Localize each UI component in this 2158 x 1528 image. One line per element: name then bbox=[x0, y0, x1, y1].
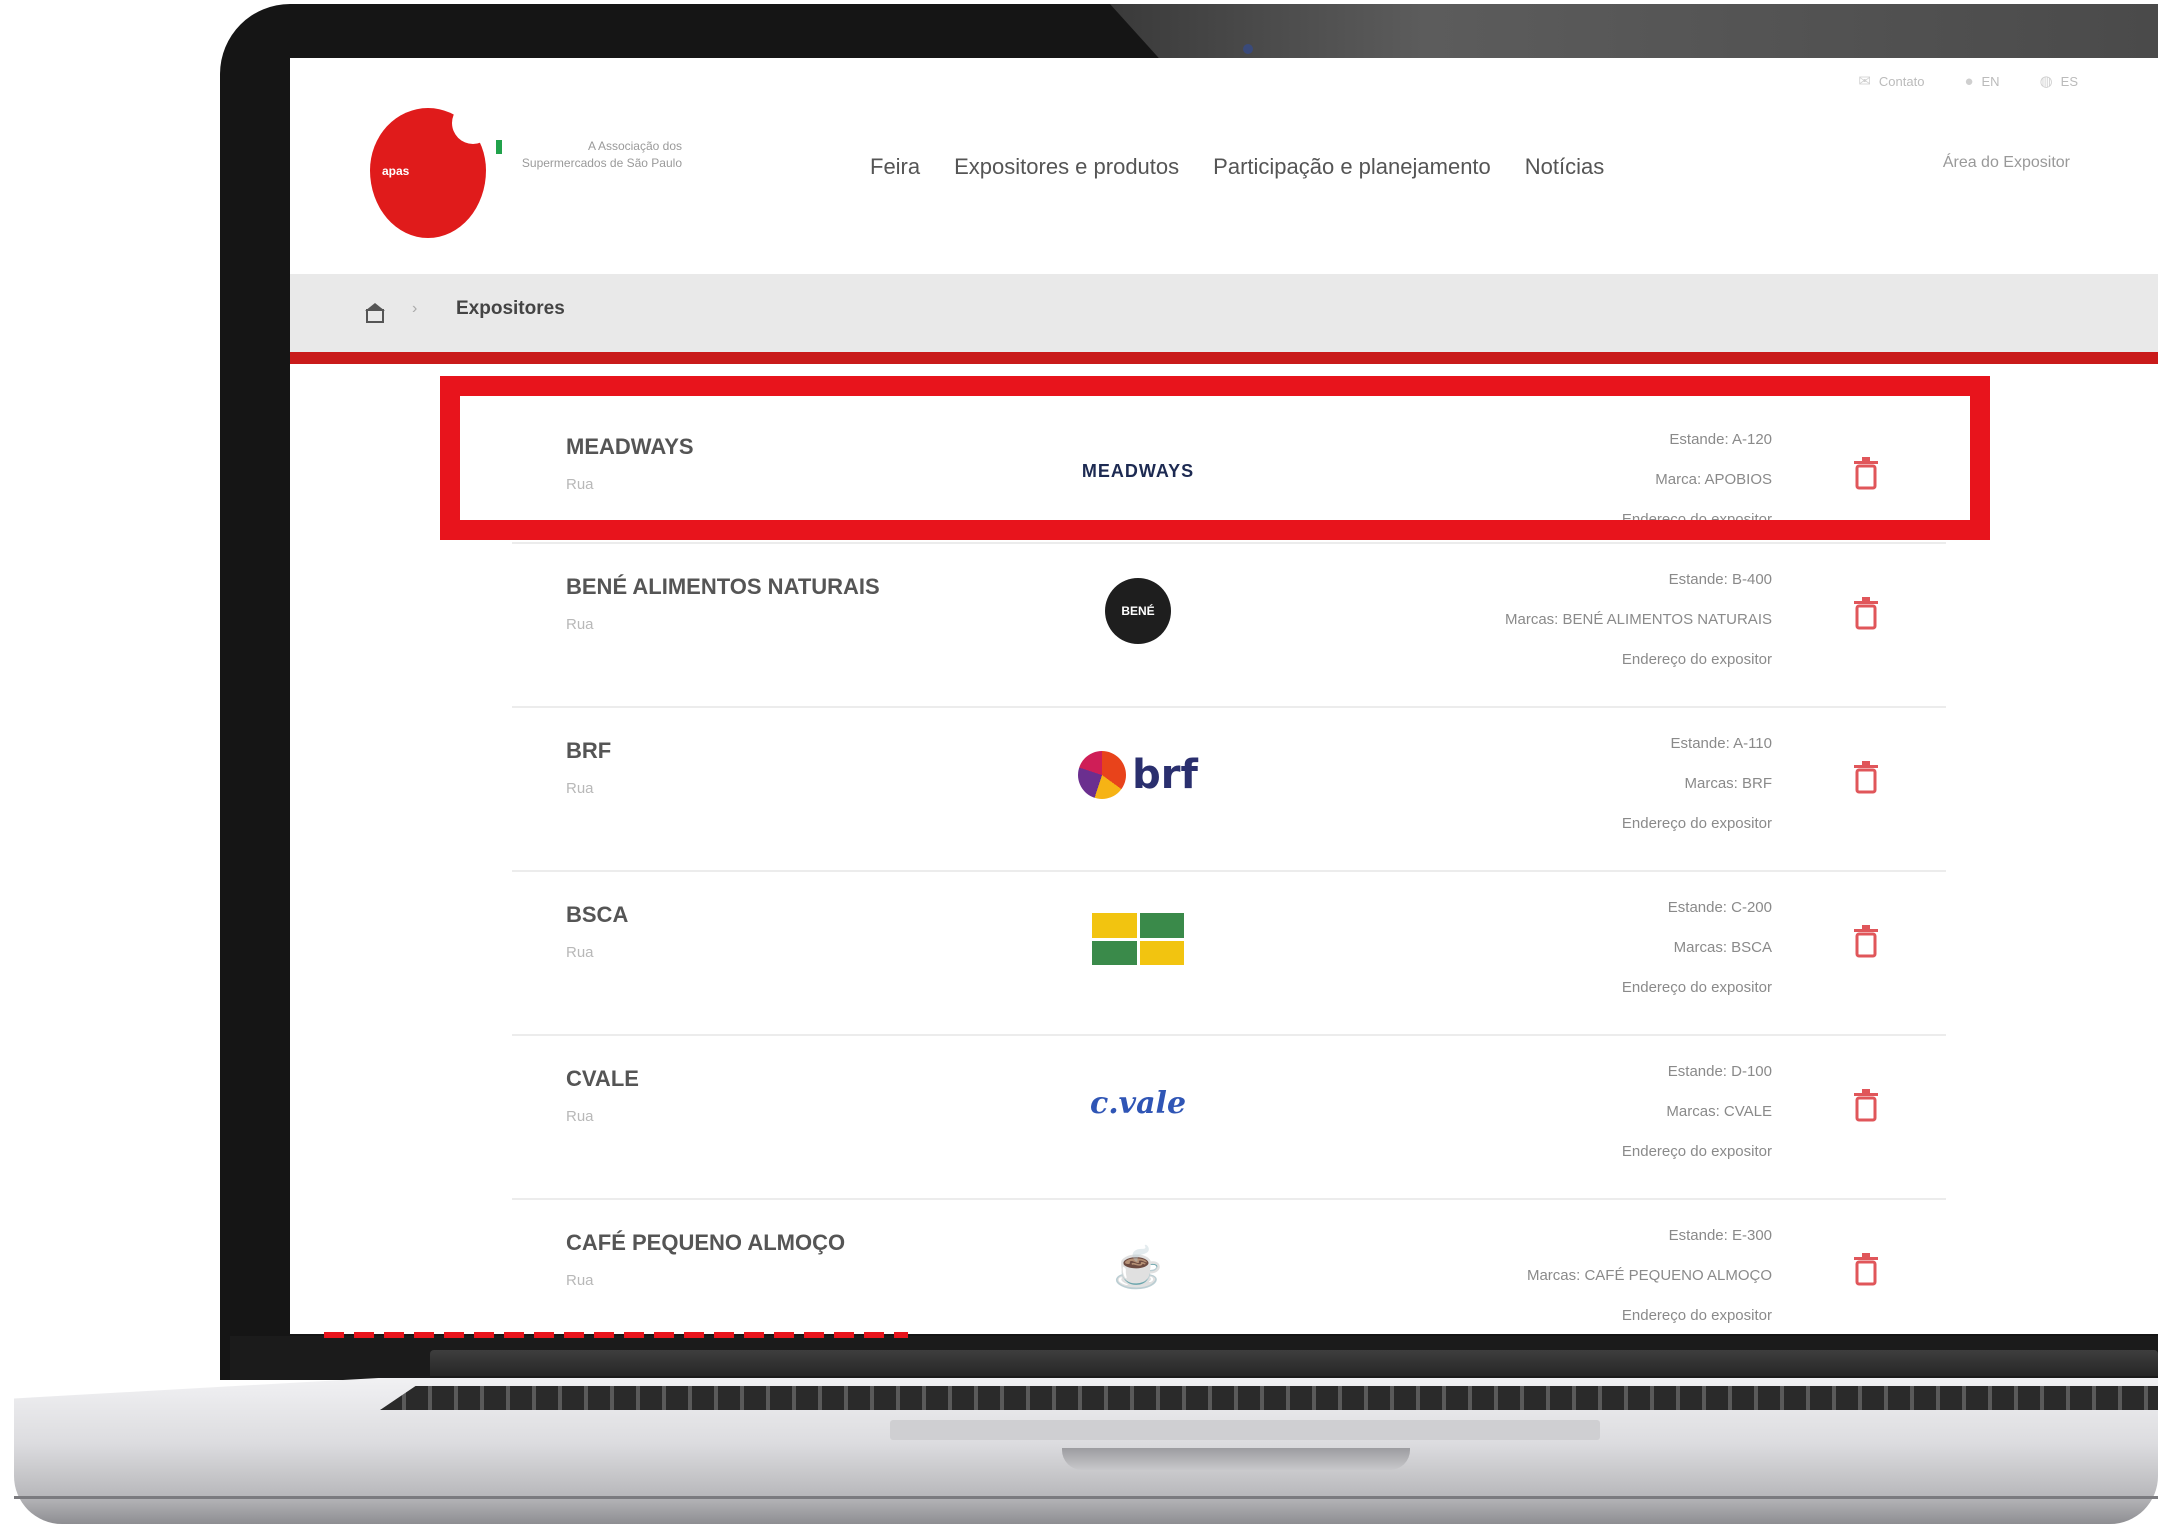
topbar-lang-en[interactable]: ● EN bbox=[1964, 72, 1999, 90]
exhibitor-category: Rua bbox=[566, 944, 594, 961]
user-icon: ● bbox=[1964, 72, 1974, 90]
main-nav: Feira Expositores e produtos Participaçã… bbox=[870, 154, 1604, 180]
exhibitor-logo: c.vale bbox=[1089, 1068, 1187, 1138]
lid-notch bbox=[1062, 1448, 1410, 1470]
exhibitor-stand: Estande: C-200 bbox=[1667, 899, 1772, 916]
logo-wordmark: c.vale bbox=[1089, 1085, 1187, 1121]
delete-icon[interactable] bbox=[1852, 596, 1880, 630]
delete-icon[interactable] bbox=[1852, 1252, 1880, 1286]
logo-text: apas bbox=[382, 164, 410, 178]
exhibitor-name[interactable]: BSCA bbox=[566, 902, 628, 928]
laptop-hinge bbox=[430, 1350, 2158, 1376]
exhibitor-logo: ☕ bbox=[1092, 1232, 1184, 1302]
breadcrumb-current: Expositores bbox=[456, 298, 565, 319]
delete-icon[interactable] bbox=[1852, 760, 1880, 794]
exhibitor-area-link[interactable]: Área do Expositor bbox=[1943, 154, 2070, 172]
topbar-lang-es[interactable]: ◍ ES bbox=[2040, 72, 2078, 90]
logo-badge: BENÉ bbox=[1105, 578, 1171, 644]
exhibitor-address: Endereço do expositor bbox=[1621, 1143, 1772, 1160]
bsca-logo-mark bbox=[1092, 913, 1184, 965]
mail-icon: ✉ bbox=[1858, 73, 1871, 90]
highlight-box bbox=[440, 376, 1990, 540]
exhibitor-stand: Estande: A-110 bbox=[1670, 735, 1772, 752]
exhibitor-name[interactable]: BENÉ ALIMENTOS NATURAIS bbox=[566, 574, 880, 600]
breadcrumb: › Expositores bbox=[290, 274, 2158, 352]
exhibitor-category: Rua bbox=[566, 780, 594, 797]
site-tagline: A Associação dos Supermercados de São Pa… bbox=[496, 138, 682, 172]
list-item[interactable]: CVALE Rua c.vale Estande: D-100 Marcas: … bbox=[512, 1036, 1946, 1200]
exhibitor-name[interactable]: CAFÉ PEQUENO ALMOÇO bbox=[566, 1230, 845, 1256]
list-item[interactable]: BSCA Rua Estande: C-200 Marcas: BSCA End… bbox=[512, 872, 1946, 1036]
exhibitor-stand: Estande: D-100 bbox=[1667, 1063, 1772, 1080]
list-item[interactable]: BENÉ ALIMENTOS NATURAIS Rua BENÉ Estande… bbox=[512, 544, 1946, 708]
exhibitor-brands: Marcas: CVALE bbox=[1666, 1103, 1772, 1120]
list-item[interactable]: CAFÉ PEQUENO ALMOÇO Rua ☕ Estande: E-300… bbox=[512, 1200, 1946, 1334]
breadcrumb-separator: › bbox=[412, 300, 418, 317]
site-logo[interactable]: apas bbox=[370, 102, 494, 238]
exhibitor-info: Estande: C-200 Marcas: BSCA Endereço do … bbox=[1622, 888, 1772, 1008]
exhibitor-address: Endereço do expositor bbox=[1621, 651, 1772, 668]
exhibitor-name[interactable]: BRF bbox=[566, 738, 611, 764]
topbar-contact-label: Contato bbox=[1878, 73, 1925, 89]
exhibitor-category: Rua bbox=[566, 616, 594, 633]
exhibitor-logo: BENÉ bbox=[1092, 576, 1184, 646]
dashed-red-line bbox=[324, 1332, 908, 1338]
nav-item-feira[interactable]: Feira bbox=[870, 154, 920, 180]
exhibitor-logo: brf bbox=[1078, 740, 1198, 810]
list-item[interactable]: BRF Rua brf Estande: A-110 Marcas: BRF E… bbox=[512, 708, 1946, 872]
logo-sketch: ☕ bbox=[1113, 1244, 1163, 1291]
header-red-rule bbox=[290, 352, 2158, 364]
brf-logo-mark bbox=[1078, 751, 1127, 799]
screen: ✉ Contato ● EN ◍ ES apas A Associação dos S… bbox=[290, 58, 2158, 1334]
nav-item-expositores[interactable]: Expositores e produtos bbox=[954, 154, 1179, 180]
exhibitor-stand: Estande: E-300 bbox=[1668, 1227, 1772, 1244]
keyboard bbox=[380, 1386, 2158, 1410]
topbar-contact[interactable]: ✉ Contato bbox=[1858, 72, 1924, 90]
delete-icon[interactable] bbox=[1852, 1088, 1880, 1122]
exhibitor-brands: Marcas: BRF bbox=[1684, 775, 1772, 792]
exhibitor-brands: Marcas: CAFÉ PEQUENO ALMOÇO bbox=[1526, 1267, 1772, 1284]
exhibitor-info: Estande: A-110 Marcas: BRF Endereço do e… bbox=[1622, 724, 1772, 844]
exhibitor-stand: Estande: B-400 bbox=[1668, 571, 1772, 588]
topbar-lang-en-label: EN bbox=[1981, 73, 2000, 89]
lid-reflection bbox=[1110, 4, 2158, 62]
nav-item-noticias[interactable]: Notícias bbox=[1525, 154, 1604, 180]
nav-item-participacao[interactable]: Participação e planejamento bbox=[1213, 154, 1491, 180]
trackpad bbox=[890, 1420, 1600, 1440]
exhibitor-address: Endereço do expositor bbox=[1621, 815, 1772, 832]
exhibitor-logo bbox=[1092, 904, 1184, 974]
exhibitor-address: Endereço do expositor bbox=[1621, 979, 1772, 996]
exhibitor-brands: Marcas: BSCA bbox=[1673, 939, 1772, 956]
top-utility-bar: ✉ Contato ● EN ◍ ES bbox=[1858, 72, 2078, 91]
base-edge bbox=[14, 1496, 2158, 1499]
exhibitor-list: MEADWAYS Rua MEADWAYS Estande: A-120 Mar… bbox=[512, 404, 1946, 1334]
exhibitor-info: Estande: E-300 Marcas: CAFÉ PEQUENO ALMO… bbox=[1527, 1216, 1772, 1334]
globe-icon: ◍ bbox=[2039, 73, 2053, 90]
exhibitor-category: Rua bbox=[566, 1108, 594, 1125]
exhibitor-category: Rua bbox=[566, 1272, 594, 1289]
exhibitor-address: Endereço do expositor bbox=[1621, 1307, 1772, 1324]
exhibitor-brands: Marcas: BENÉ ALIMENTOS NATURAIS bbox=[1504, 611, 1772, 628]
exhibitor-info: Estande: D-100 Marcas: CVALE Endereço do… bbox=[1622, 1052, 1772, 1172]
home-icon[interactable] bbox=[364, 302, 386, 324]
exhibitor-info: Estande: B-400 Marcas: BENÉ ALIMENTOS NA… bbox=[1505, 560, 1772, 680]
delete-icon[interactable] bbox=[1852, 924, 1880, 958]
exhibitor-name[interactable]: CVALE bbox=[566, 1066, 639, 1092]
topbar-lang-es-label: ES bbox=[2060, 73, 2078, 89]
logo-wordmark: brf bbox=[1132, 752, 1198, 798]
camera bbox=[1243, 44, 1253, 54]
